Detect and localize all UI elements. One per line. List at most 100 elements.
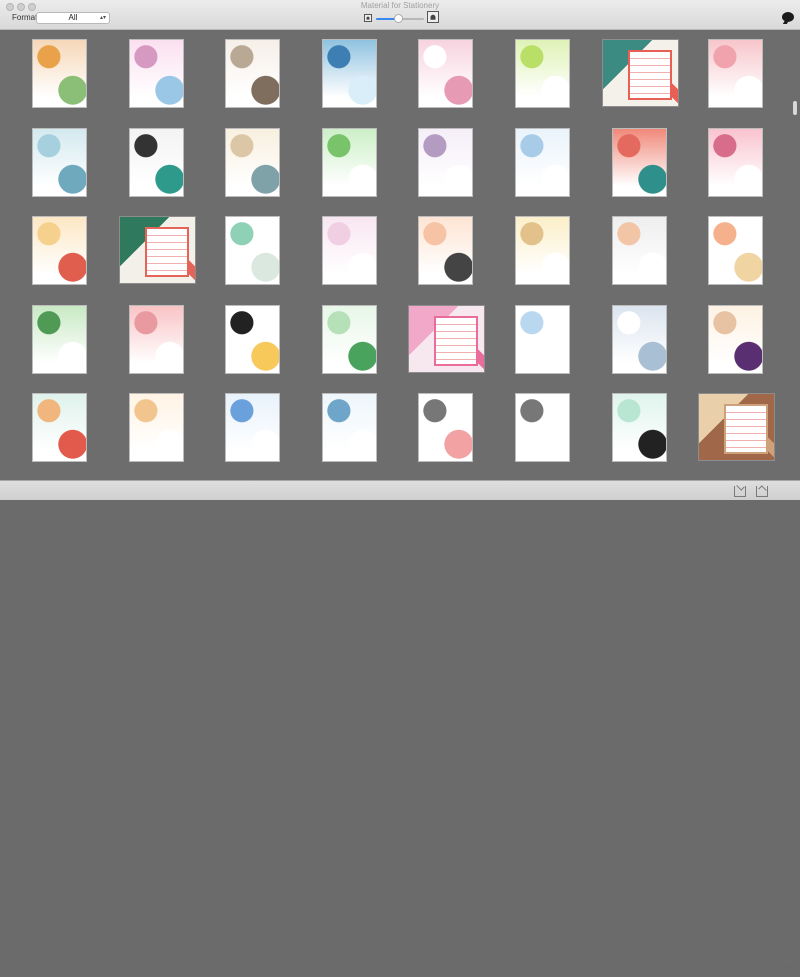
stationery-thumbnail[interactable]	[418, 128, 473, 197]
stationery-page-preview	[516, 306, 569, 373]
stationery-thumbnail[interactable]	[225, 39, 280, 108]
stationery-page-preview	[323, 129, 376, 196]
stationery-thumbnail[interactable]	[612, 216, 667, 285]
bottom-toolbar	[0, 480, 800, 977]
stationery-thumbnail[interactable]	[602, 39, 679, 107]
stationery-thumbnail[interactable]	[515, 216, 570, 285]
stationery-page-preview	[516, 40, 569, 107]
app-window: Material for Stationery Format: All ▴▾	[0, 0, 800, 977]
stationery-thumbnail[interactable]	[32, 305, 87, 374]
stationery-page-preview	[323, 217, 376, 284]
stationery-page-preview	[130, 394, 183, 461]
stationery-page-preview	[33, 129, 86, 196]
photo-small-icon[interactable]	[364, 14, 372, 22]
stationery-page-preview	[613, 306, 666, 373]
stationery-thumbnail[interactable]	[418, 216, 473, 285]
stationery-thumbnail[interactable]	[129, 305, 184, 374]
stationery-page-preview	[130, 40, 183, 107]
stationery-thumbnail[interactable]	[418, 393, 473, 462]
stationery-thumbnail[interactable]	[515, 393, 570, 462]
stationery-page-preview	[516, 217, 569, 284]
stationery-page-preview	[130, 129, 183, 196]
stationery-thumbnail[interactable]	[515, 128, 570, 197]
stationery-page-preview	[613, 129, 666, 196]
stationery-thumbnail[interactable]	[225, 216, 280, 285]
stationery-page-preview	[120, 217, 195, 283]
stationery-page-preview	[33, 306, 86, 373]
stationery-page-preview	[613, 217, 666, 284]
stationery-page-preview	[709, 217, 762, 284]
title-bar: Material for Stationery Format: All ▴▾	[0, 0, 800, 30]
stationery-page-preview	[33, 217, 86, 284]
stationery-thumbnail[interactable]	[322, 305, 377, 374]
stationery-page-preview	[709, 40, 762, 107]
stationery-thumbnail[interactable]	[708, 128, 763, 197]
stationery-thumbnail[interactable]	[322, 393, 377, 462]
photo-large-icon[interactable]	[427, 11, 439, 23]
import-icon[interactable]	[756, 485, 768, 497]
stationery-page-preview	[33, 394, 86, 461]
stationery-thumbnail[interactable]	[408, 305, 485, 373]
stationery-thumbnail[interactable]	[322, 128, 377, 197]
stationery-grid	[0, 31, 790, 480]
lined-note-card	[724, 404, 768, 454]
stationery-page-preview	[226, 40, 279, 107]
vertical-scrollbar[interactable]	[791, 31, 800, 480]
stationery-page-preview	[33, 40, 86, 107]
stationery-page-preview	[323, 394, 376, 461]
lined-note-card	[434, 316, 478, 366]
stationery-page-preview	[226, 129, 279, 196]
stationery-thumbnail[interactable]	[129, 39, 184, 108]
stationery-thumbnail[interactable]	[225, 128, 280, 197]
stationery-thumbnail[interactable]	[32, 393, 87, 462]
stationery-thumbnail[interactable]	[225, 393, 280, 462]
stationery-page-preview	[409, 306, 484, 372]
stationery-page-preview	[516, 129, 569, 196]
format-select[interactable]: All ▴▾	[36, 12, 110, 24]
zoom-slider[interactable]	[376, 14, 424, 23]
scrollbar-thumb[interactable]	[793, 101, 797, 115]
stationery-page-preview	[709, 129, 762, 196]
window-title: Material for Stationery	[360, 1, 440, 10]
stationery-thumbnail[interactable]	[225, 305, 280, 374]
stationery-thumbnail[interactable]	[612, 393, 667, 462]
export-icon[interactable]	[734, 482, 746, 497]
stationery-thumbnail[interactable]	[612, 128, 667, 197]
stationery-page-preview	[419, 129, 472, 196]
stationery-thumbnail[interactable]	[129, 393, 184, 462]
stationery-page-preview	[419, 40, 472, 107]
stationery-page-preview	[323, 306, 376, 373]
stationery-page-preview	[699, 394, 774, 460]
stationery-page-preview	[226, 394, 279, 461]
stationery-page-preview	[226, 217, 279, 284]
stationery-thumbnail[interactable]	[129, 128, 184, 197]
trash-icon[interactable]	[782, 966, 792, 977]
chat-icon[interactable]	[782, 12, 794, 22]
stationery-thumbnail[interactable]	[515, 305, 570, 374]
stationery-thumbnail[interactable]	[32, 128, 87, 197]
stationery-thumbnail[interactable]	[708, 216, 763, 285]
stationery-thumbnail[interactable]	[32, 216, 87, 285]
stationery-thumbnail[interactable]	[32, 39, 87, 108]
stationery-thumbnail[interactable]	[515, 39, 570, 108]
stationery-page-preview	[226, 306, 279, 373]
stationery-thumbnail[interactable]	[322, 39, 377, 108]
stationery-page-preview	[613, 394, 666, 461]
stationery-thumbnail[interactable]	[708, 305, 763, 374]
zoom-slider-knob[interactable]	[393, 14, 403, 23]
stationery-page-preview	[603, 40, 678, 106]
lined-note-card	[628, 50, 672, 100]
stationery-thumbnail[interactable]	[698, 393, 775, 461]
stationery-thumbnail[interactable]	[708, 39, 763, 108]
stationery-thumbnail[interactable]	[322, 216, 377, 285]
stationery-thumbnail[interactable]	[119, 216, 196, 284]
stationery-thumbnail[interactable]	[418, 39, 473, 108]
format-selected-value: All	[68, 13, 78, 22]
stationery-page-preview	[323, 40, 376, 107]
lined-note-card	[145, 227, 189, 277]
stationery-page-preview	[516, 394, 569, 461]
stationery-page-preview	[130, 306, 183, 373]
stationery-page-preview	[709, 306, 762, 373]
stationery-thumbnail[interactable]	[612, 305, 667, 374]
stationery-page-preview	[419, 217, 472, 284]
